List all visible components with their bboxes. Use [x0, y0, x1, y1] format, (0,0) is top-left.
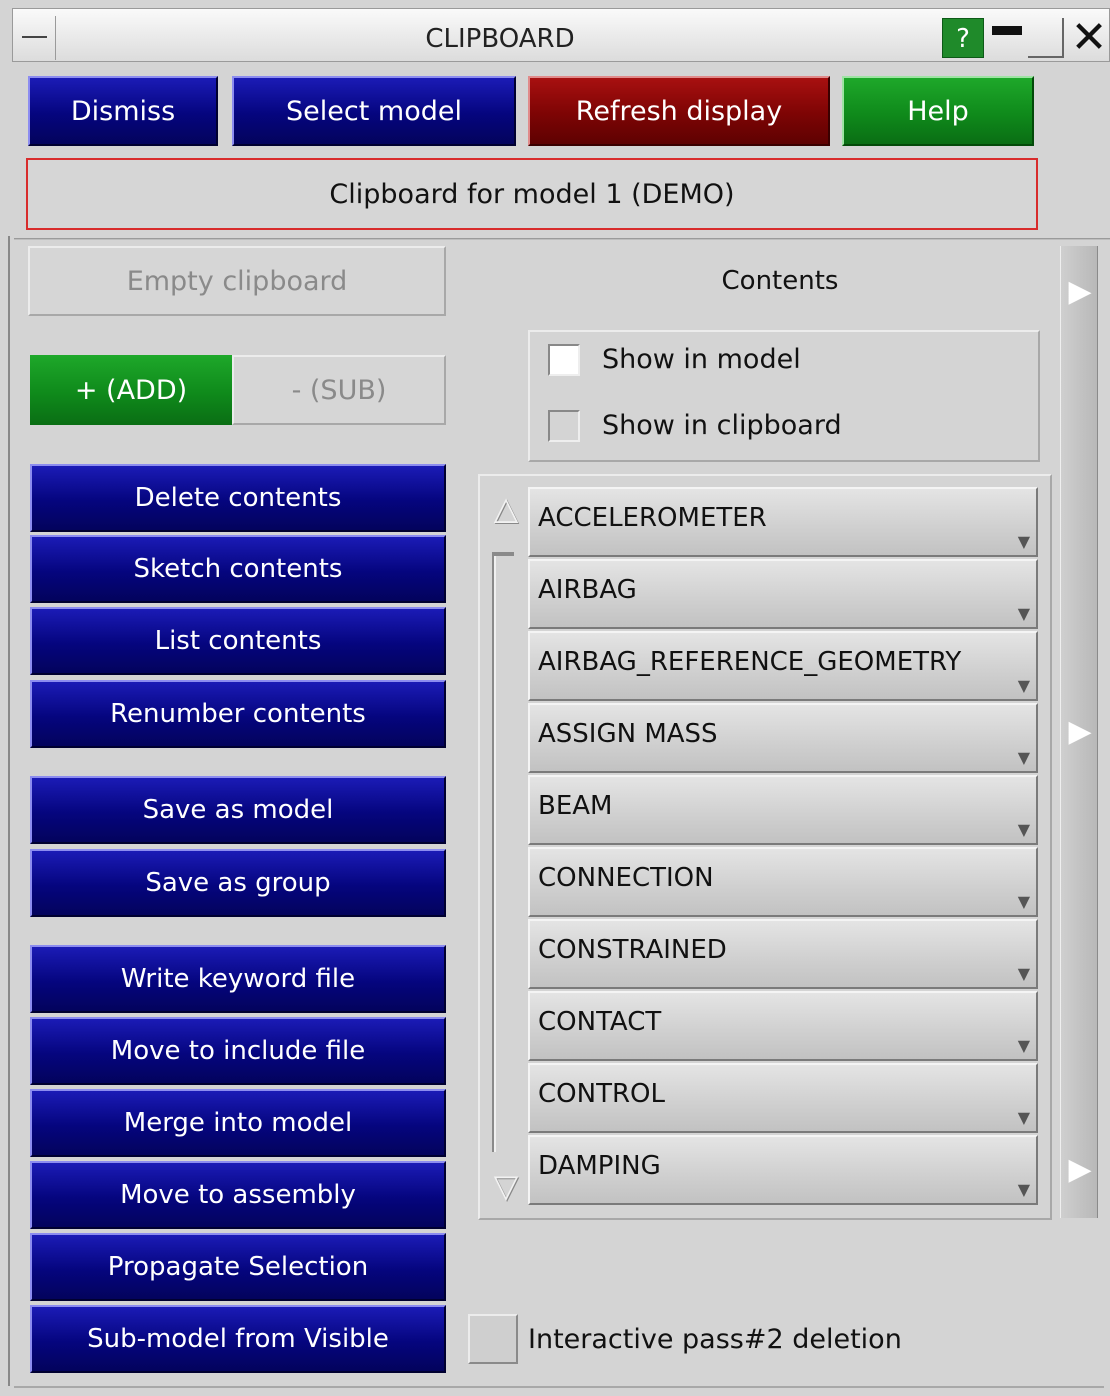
- save-as-model-button[interactable]: Save as model: [30, 776, 446, 844]
- sketch-contents-button[interactable]: Sketch contents: [30, 535, 446, 603]
- dropdown-arrow-icon[interactable]: ▼: [1018, 676, 1030, 695]
- scroll-down-icon[interactable]: ▽: [492, 1166, 520, 1206]
- sub-model-from-visible-button[interactable]: Sub-model from Visible: [30, 1305, 446, 1373]
- list-item-label: CONTROL: [538, 1079, 665, 1109]
- write-keyword-file-button[interactable]: Write keyword file: [30, 945, 446, 1013]
- delete-contents-button[interactable]: Delete contents: [30, 464, 446, 532]
- list-item[interactable]: AIRBAG ▼: [528, 559, 1038, 629]
- list-contents-button[interactable]: List contents: [30, 607, 446, 675]
- expand-arrow-icon[interactable]: ▶: [1066, 272, 1094, 312]
- save-as-group-button[interactable]: Save as group: [30, 849, 446, 917]
- close-icon[interactable]: ✕: [1068, 14, 1110, 62]
- list-item-label: CONNECTION: [538, 863, 714, 893]
- list-item[interactable]: ASSIGN MASS ▼: [528, 703, 1038, 773]
- list-item[interactable]: BEAM ▼: [528, 775, 1038, 845]
- dropdown-arrow-icon[interactable]: ▼: [1018, 892, 1030, 911]
- divider: [14, 1386, 1104, 1388]
- list-item[interactable]: CONNECTION ▼: [528, 847, 1038, 917]
- scroll-up-icon[interactable]: △: [492, 488, 520, 528]
- divider: [8, 236, 10, 1386]
- move-to-assembly-button[interactable]: Move to assembly: [30, 1161, 446, 1229]
- help-button[interactable]: Help: [842, 76, 1034, 146]
- show-in-model-checkbox[interactable]: [548, 344, 580, 376]
- dropdown-arrow-icon[interactable]: ▼: [1018, 532, 1030, 551]
- divider: [14, 238, 1110, 240]
- window-title: CLIPBOARD: [425, 24, 575, 54]
- interactive-pass2-checkbox[interactable]: [468, 1314, 518, 1364]
- contents-heading: Contents: [721, 266, 839, 296]
- refresh-display-button[interactable]: Refresh display: [528, 76, 830, 146]
- expand-arrow-icon[interactable]: ▶: [1066, 1150, 1094, 1190]
- list-item-label: AIRBAG_REFERENCE_GEOMETRY: [538, 647, 962, 677]
- dropdown-arrow-icon[interactable]: ▼: [1018, 1108, 1030, 1127]
- list-item[interactable]: DAMPING ▼: [528, 1135, 1038, 1205]
- list-item-label: AIRBAG: [538, 575, 637, 605]
- empty-clipboard-button[interactable]: Empty clipboard: [28, 246, 446, 316]
- restore-icon[interactable]: [1028, 18, 1064, 58]
- select-model-button[interactable]: Select model: [232, 76, 516, 146]
- dropdown-arrow-icon[interactable]: ▼: [1018, 1180, 1030, 1199]
- model-banner: Clipboard for model 1 (DEMO): [26, 158, 1038, 230]
- sub-mode-button[interactable]: - (SUB): [232, 355, 446, 425]
- show-in-model-label: Show in model: [602, 344, 801, 375]
- list-item[interactable]: ACCELEROMETER ▼: [528, 487, 1038, 557]
- list-item[interactable]: CONSTRAINED ▼: [528, 919, 1038, 989]
- show-in-clipboard-label: Show in clipboard: [602, 410, 842, 441]
- minimize-icon[interactable]: [990, 18, 1024, 58]
- propagate-selection-button[interactable]: Propagate Selection: [30, 1233, 446, 1301]
- list-item-label: CONSTRAINED: [538, 935, 727, 965]
- help-icon[interactable]: ?: [942, 18, 984, 58]
- expand-arrow-icon[interactable]: ▶: [1066, 712, 1094, 752]
- list-item-label: ACCELEROMETER: [538, 503, 767, 533]
- window-menu-icon[interactable]: [14, 16, 56, 60]
- scrollbar-track[interactable]: [492, 556, 496, 1152]
- list-item-label: DAMPING: [538, 1151, 661, 1181]
- dropdown-arrow-icon[interactable]: ▼: [1018, 604, 1030, 623]
- merge-into-model-button[interactable]: Merge into model: [30, 1089, 446, 1157]
- dismiss-button[interactable]: Dismiss: [28, 76, 218, 146]
- move-to-include-file-button[interactable]: Move to include file: [30, 1017, 446, 1085]
- dropdown-arrow-icon[interactable]: ▼: [1018, 1036, 1030, 1055]
- dropdown-arrow-icon[interactable]: ▼: [1018, 820, 1030, 839]
- list-item[interactable]: CONTROL ▼: [528, 1063, 1038, 1133]
- show-in-clipboard-checkbox[interactable]: [548, 410, 580, 442]
- add-mode-button[interactable]: + (ADD): [30, 355, 232, 425]
- interactive-pass2-label: Interactive pass#2 deletion: [528, 1324, 902, 1355]
- list-item-label: BEAM: [538, 791, 613, 821]
- dropdown-arrow-icon[interactable]: ▼: [1018, 748, 1030, 767]
- list-item-label: ASSIGN MASS: [538, 719, 718, 749]
- dropdown-arrow-icon[interactable]: ▼: [1018, 964, 1030, 983]
- list-item[interactable]: CONTACT ▼: [528, 991, 1038, 1061]
- list-item-label: CONTACT: [538, 1007, 662, 1037]
- list-item[interactable]: AIRBAG_REFERENCE_GEOMETRY ▼: [528, 631, 1038, 701]
- renumber-contents-button[interactable]: Renumber contents: [30, 680, 446, 748]
